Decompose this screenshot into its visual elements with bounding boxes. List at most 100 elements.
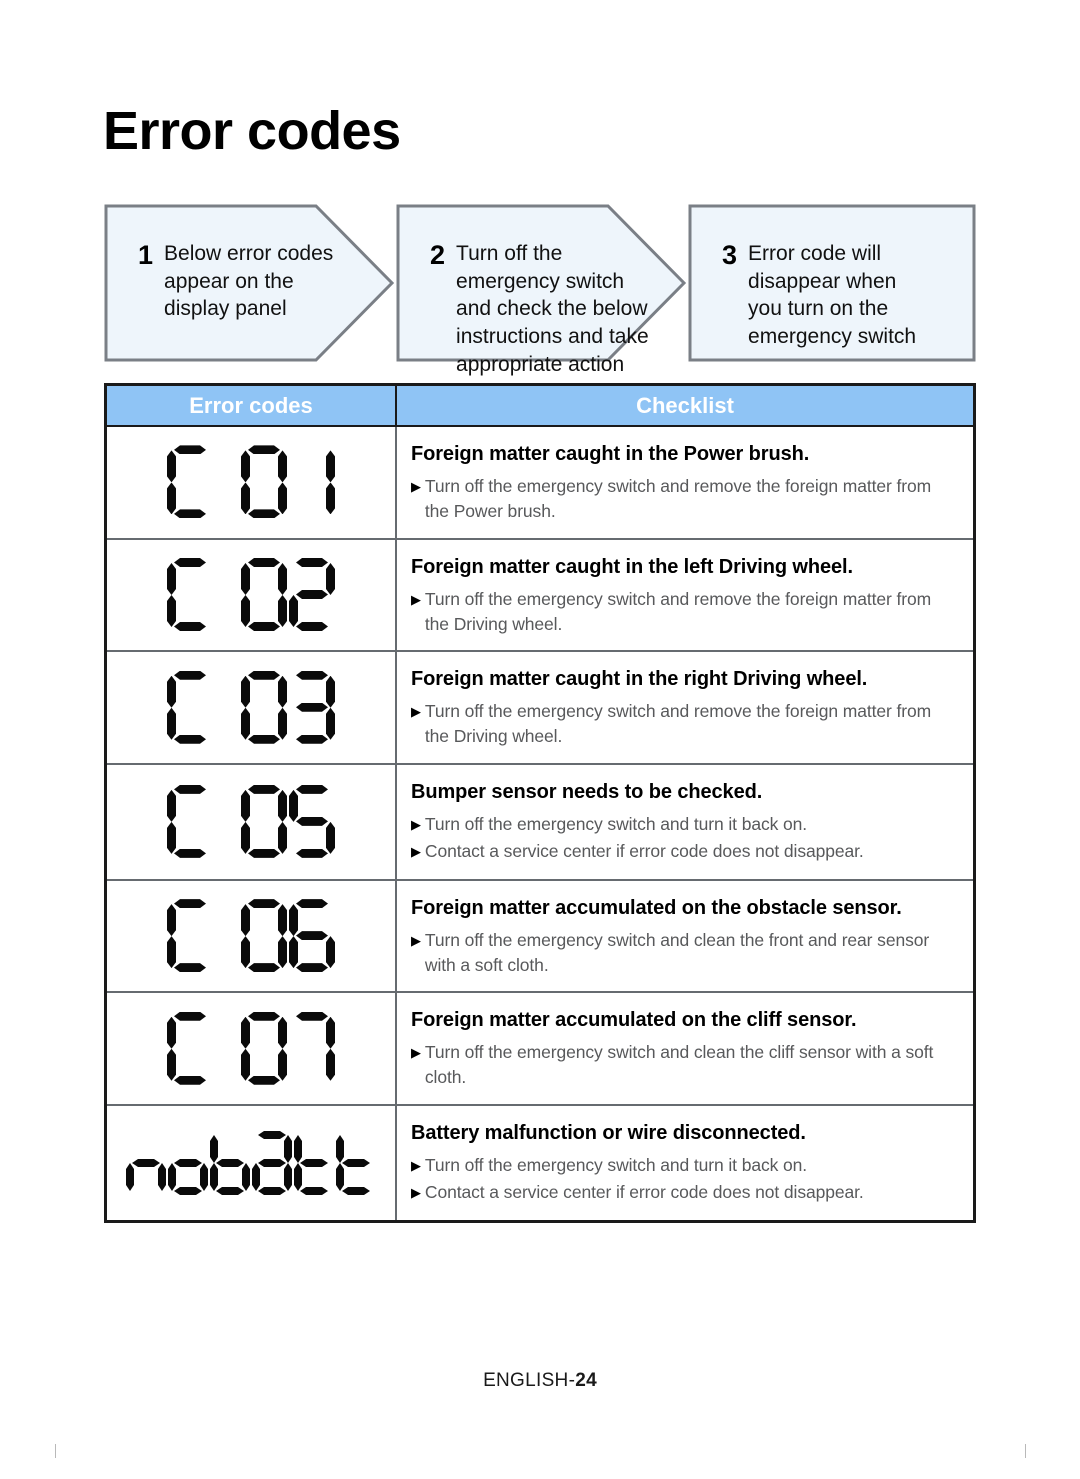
triangle-right-icon: ▶ [411, 704, 421, 720]
column-header-checklist: Checklist [636, 392, 734, 418]
lcd-code-display [166, 558, 336, 632]
lcd-char [241, 671, 287, 745]
steps-banner: 1 Below error codes appear on the displa… [104, 204, 976, 376]
lcd-char [126, 1131, 166, 1195]
lcd-char [168, 1131, 208, 1195]
triangle-right-icon: ▶ [411, 817, 421, 833]
lcd-char [241, 445, 287, 519]
triangle-right-icon: ▶ [411, 591, 421, 607]
table-row: Battery malfunction or wire disconnected… [107, 1106, 973, 1220]
checklist-bullet-text: Turn off the emergency switch and remove… [424, 701, 932, 747]
table-row: Foreign matter accumulated on the cliff … [107, 993, 973, 1107]
checklist-cell: Bumper sensor needs to be checked. ▶ Turn … [397, 765, 973, 879]
triangle-right-icon: ▶ [411, 479, 421, 494]
checklist-cell: Foreign matter caught in the left Drivin… [397, 540, 973, 651]
step-1-text: Below error codes appear on the display … [164, 242, 334, 321]
lcd-char [294, 1131, 334, 1195]
checklist-cell: Battery malfunction or wire disconnected… [397, 1106, 973, 1220]
checklist-bullet-text: Contact a service center if error code d… [424, 841, 864, 862]
checklist-bullet: ▶ Turn off the emergency switch and remov… [411, 587, 959, 637]
checklist-bullet-text: Turn off the emergency switch and turn i… [424, 1155, 808, 1176]
checklist-cell: Foreign matter caught in the right Drivi… [397, 652, 973, 763]
lcd-char [289, 1012, 335, 1086]
step-2-text: Turn off the emergency switch and check … [456, 242, 649, 376]
triangle-right-icon: ▶ [411, 932, 421, 948]
lcd-char [167, 445, 213, 519]
lcd-char [241, 1012, 287, 1086]
checklist-bullet: ▶ Contact a service center if error code … [411, 1180, 959, 1205]
lcd-char [289, 785, 335, 859]
lcd-char [289, 671, 335, 745]
lcd-char [252, 1131, 292, 1195]
checklist-title: Foreign matter accumulated on the obstac… [411, 896, 902, 919]
lcd-code-display [125, 1131, 377, 1195]
checklist-bullet: ▶ Turn off the emergency switch and clean… [411, 928, 959, 978]
triangle-right-icon: ▶ [411, 1045, 421, 1061]
lcd-code-display [166, 445, 336, 519]
footer-language: ENGLISH- [483, 1370, 576, 1391]
triangle-right-icon: ▶ [411, 844, 421, 860]
checklist-cell: Foreign matter caught in the Power brush… [397, 427, 973, 538]
step-2: 2 Turn off the emergency switch and chec… [396, 204, 686, 376]
step-1-number: 1 [138, 240, 154, 270]
lcd-char [241, 785, 287, 859]
error-code-cell [107, 539, 397, 651]
checklist-title: Foreign matter caught in the right Drivi… [411, 668, 868, 691]
checklist-bullet-text: Turn off the emergency switch and remove… [424, 588, 932, 634]
checklist-cell: Foreign matter accumulated on the cliff … [397, 993, 973, 1104]
lcd-char [215, 671, 239, 745]
lcd-char [167, 558, 213, 632]
checklist-bullet-text: Contact a service center if error code d… [424, 1182, 864, 1203]
lcd-char [210, 1131, 250, 1195]
checklist-bullet-text: Turn off the emergency switch and clean … [424, 929, 930, 975]
checklist-title: Foreign matter accumulated on the cliff … [411, 1009, 857, 1032]
triangle-right-icon: ▶ [411, 1185, 421, 1201]
checklist-bullet: ▶ Turn off the emergency switch and remov… [411, 474, 959, 524]
table-row: Foreign matter caught in the left Drivin… [107, 539, 973, 653]
step-3-text: Error code will disappear when you turn … [748, 242, 917, 349]
lcd-char [289, 558, 335, 632]
lcd-char [215, 445, 239, 519]
checklist-title: Battery malfunction or wire disconnected… [411, 1122, 806, 1145]
error-code-cell [107, 1106, 397, 1220]
lcd-char [336, 1131, 376, 1195]
checklist-bullet: ▶ Contact a service center if error code … [411, 839, 959, 864]
table-row: Foreign matter caught in the right Drivi… [107, 652, 973, 766]
crop-mark-right [1025, 1444, 1026, 1458]
step-2-number: 2 [430, 240, 446, 270]
table-header-row: Error codes Checklist [107, 386, 973, 427]
lcd-char [167, 1012, 213, 1086]
checklist-bullet: ▶ Turn off the emergency switch and remov… [411, 699, 959, 749]
lcd-char [167, 671, 213, 745]
lcd-char [167, 785, 213, 859]
checklist-title: Foreign matter caught in the left Drivin… [411, 555, 853, 578]
lcd-char [241, 558, 287, 632]
lcd-code-display [166, 1012, 336, 1086]
checklist-bullet: ▶ Turn off the emergency switch and turn … [411, 812, 959, 837]
lcd-code-display [166, 899, 336, 973]
checklist-bullet: ▶ Turn off the emergency switch and clean… [411, 1040, 959, 1090]
checklist-bullet-text: Turn off the emergency switch and remove… [424, 476, 932, 521]
error-code-cell [107, 880, 397, 992]
lcd-char [215, 1012, 239, 1086]
lcd-char [241, 899, 287, 973]
error-codes-table: Error codes Checklist Foreign matter cau… [104, 383, 976, 1223]
checklist-bullet-text: Turn off the emergency switch and turn i… [424, 814, 808, 835]
error-code-cell [107, 427, 397, 538]
lcd-char [215, 899, 239, 973]
lcd-char [215, 558, 239, 632]
checklist-bullet: ▶ Turn off the emergency switch and turn … [411, 1153, 959, 1178]
error-code-cell [107, 765, 397, 879]
lcd-char [167, 899, 213, 973]
lcd-code-display [166, 785, 336, 859]
lcd-char [215, 785, 239, 859]
step-3-number: 3 [722, 240, 738, 270]
table-body: Foreign matter caught in the Power brush… [107, 427, 973, 1220]
checklist-bullet-text: Turn off the emergency switch and clean … [424, 1042, 934, 1088]
error-codes-page: Error codes 1 Below error codes appear o… [0, 0, 1080, 1479]
crop-mark-left [55, 1444, 56, 1458]
triangle-right-icon: ▶ [411, 1158, 421, 1174]
table-row: Foreign matter accumulated on the obstac… [107, 880, 973, 994]
lcd-code-display [166, 671, 336, 745]
table-row: Bumper sensor needs to be checked. ▶ Turn … [107, 765, 973, 881]
